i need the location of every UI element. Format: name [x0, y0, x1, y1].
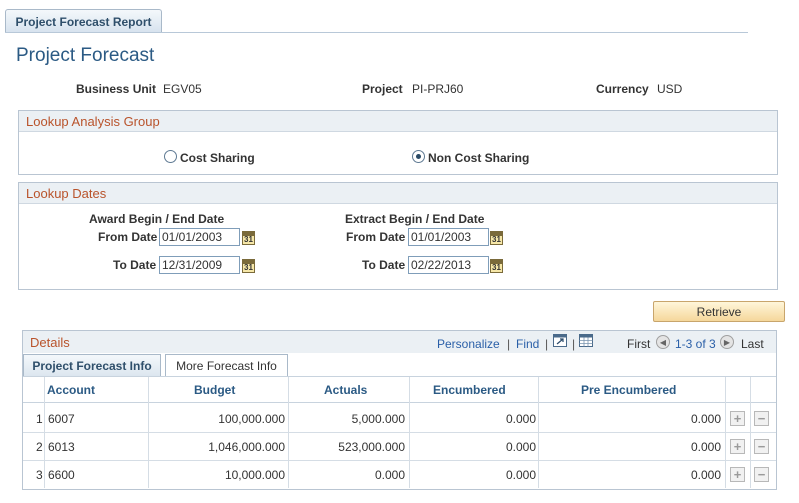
actuals-cell: 0.000 [374, 468, 405, 482]
extract-from-date-label: From Date [346, 230, 406, 244]
find-link[interactable]: Find [516, 337, 539, 351]
column-header-account[interactable]: Account [47, 383, 95, 397]
non-cost-sharing-label: Non Cost Sharing [428, 151, 530, 165]
account-cell: 6007 [48, 412, 75, 426]
budget-cell: 100,000.000 [218, 412, 285, 426]
retrieve-button[interactable]: Retrieve [653, 301, 785, 322]
add-row-button[interactable]: + [730, 439, 745, 454]
tab-project-forecast-report[interactable]: Project Forecast Report [5, 9, 162, 33]
account-cell: 6013 [48, 440, 75, 454]
award-from-date-label: From Date [98, 230, 158, 244]
business-unit-label: Business Unit [76, 82, 157, 96]
tab-underline [5, 32, 748, 33]
row-number: 1 [36, 412, 43, 426]
pre-encumbered-cell: 0.000 [690, 412, 721, 426]
extract-to-date-label: To Date [362, 258, 406, 272]
row-range: 1-3 of 3 [675, 337, 716, 351]
last-label: Last [741, 337, 764, 351]
row-number: 2 [36, 440, 43, 454]
pre-encumbered-cell: 0.000 [690, 468, 721, 482]
project-label: Project [362, 82, 403, 96]
row-divider [23, 432, 776, 433]
separator: | [572, 337, 576, 351]
tab-project-forecast-info[interactable]: Project Forecast Info [23, 354, 161, 376]
business-unit-value: EGV05 [163, 82, 202, 96]
award-to-date-input[interactable]: 12/31/2009 [159, 256, 240, 274]
lookup-dates-title: Lookup Dates [19, 183, 777, 204]
new-window-icon[interactable] [553, 334, 567, 347]
row-number: 3 [36, 468, 43, 482]
account-cell: 6600 [48, 468, 75, 482]
next-arrow-icon[interactable]: ▶ [720, 335, 734, 349]
award-from-date-input[interactable]: 01/01/2003 [159, 228, 240, 246]
encumbered-cell: 0.000 [505, 468, 536, 482]
page-title: Project Forecast [16, 45, 155, 66]
separator: | [545, 337, 549, 351]
currency-value: USD [657, 82, 683, 96]
delete-row-button[interactable]: − [754, 467, 769, 482]
calendar-icon[interactable]: 31 [490, 259, 503, 273]
budget-cell: 10,000.000 [224, 468, 285, 482]
calendar-icon[interactable]: 31 [242, 259, 255, 273]
extract-dates-heading: Extract Begin / End Date [345, 212, 485, 226]
column-header-actuals[interactable]: Actuals [324, 383, 367, 397]
previous-arrow-icon[interactable]: ◀ [656, 335, 670, 349]
first-label: First [627, 337, 651, 351]
cost-sharing-label: Cost Sharing [180, 151, 255, 165]
currency-label: Currency [596, 82, 649, 96]
column-header-pre-encumbered[interactable]: Pre Encumbered [581, 383, 676, 397]
cost-sharing-radio[interactable] [164, 150, 177, 163]
column-header-budget[interactable]: Budget [194, 383, 235, 397]
award-dates-heading: Award Begin / End Date [89, 212, 225, 226]
non-cost-sharing-radio[interactable] [412, 150, 425, 163]
encumbered-cell: 0.000 [505, 412, 536, 426]
column-header-encumbered[interactable]: Encumbered [433, 383, 506, 397]
encumbered-cell: 0.000 [505, 440, 536, 454]
actuals-cell: 5,000.000 [351, 412, 405, 426]
award-to-date-label: To Date [113, 258, 157, 272]
pre-encumbered-cell: 0.000 [690, 440, 721, 454]
details-title: Details [30, 335, 70, 350]
lookup-analysis-group-title: Lookup Analysis Group [19, 111, 777, 132]
lookup-analysis-group-box: Lookup Analysis Group [18, 110, 778, 175]
budget-cell: 1,046,000.000 [208, 440, 285, 454]
add-row-button[interactable]: + [730, 467, 745, 482]
personalize-link[interactable]: Personalize [437, 337, 500, 351]
calendar-icon[interactable]: 31 [242, 231, 255, 245]
add-row-button[interactable]: + [730, 411, 745, 426]
project-value: PI-PRJ60 [412, 82, 464, 96]
extract-from-date-input[interactable]: 01/01/2003 [408, 228, 489, 246]
extract-to-date-input[interactable]: 02/22/2013 [408, 256, 489, 274]
delete-row-button[interactable]: − [754, 439, 769, 454]
tab-more-forecast-info[interactable]: More Forecast Info [165, 354, 288, 376]
actuals-cell: 523,000.000 [338, 440, 405, 454]
separator: | [507, 337, 511, 351]
delete-row-button[interactable]: − [754, 411, 769, 426]
row-divider [23, 460, 776, 461]
calendar-icon[interactable]: 31 [490, 231, 503, 245]
spreadsheet-icon[interactable] [579, 334, 593, 347]
